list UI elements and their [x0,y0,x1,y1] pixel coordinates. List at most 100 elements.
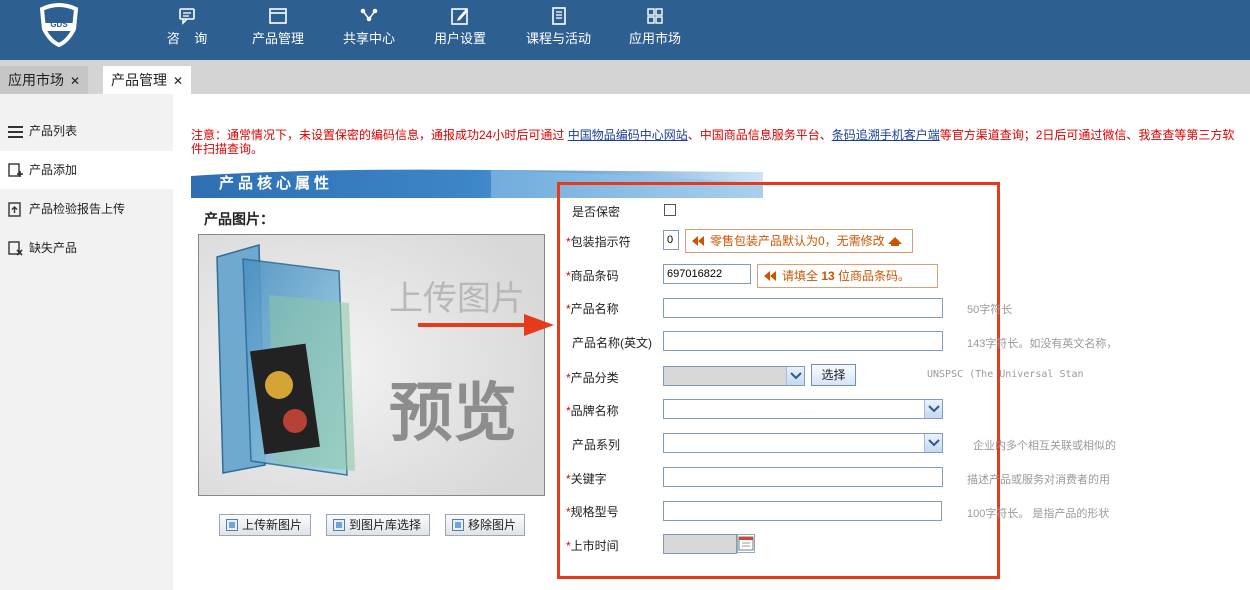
field-label: 品牌名称 [570,404,619,418]
upload-icon [8,202,21,218]
hint-number: 13 [821,269,835,283]
keyword-input[interactable] [663,467,943,487]
link-traceability-app[interactable]: 条码追溯手机客户端 [832,128,940,142]
nav-product-management[interactable]: 产品管理 [250,6,306,56]
double-arrow-left-icon [764,271,776,281]
image-icon [452,519,464,531]
field-label: 关键字 [570,472,607,486]
image-preview: 上传图片 预览 [198,234,545,496]
category-hint: UNSPSC (The Universal Stan [927,369,1084,380]
dropdown-arrow[interactable] [786,367,804,385]
document-icon [551,7,566,25]
image-icon [226,519,238,531]
category-choose-button[interactable]: 选择 [811,364,856,386]
date-picker-button[interactable] [737,534,755,553]
tab-label: 应用市场 [8,72,64,88]
category-select[interactable] [663,366,805,386]
home-arrow-icon [887,237,902,246]
series-label: 产品系列 [572,438,621,452]
remove-image-button[interactable]: 移除图片 [445,514,526,536]
sidebar-item-label: 缺失产品 [29,241,78,255]
chat-icon [179,8,195,25]
package-indicator-label: *包装指示符 [566,233,631,250]
product-name-hint: 50字符长 [967,304,1013,316]
calendar-icon [738,536,754,551]
choose-from-library-button[interactable]: 到图片库选择 [326,514,431,536]
dropdown-arrow[interactable] [924,434,942,452]
preview-text: 预览 [389,377,517,451]
product-name-en-hint: 143字符长。如没有英文名称， [967,338,1118,350]
notice-prefix: 注意：通常情况下，未设置保密的编码信息，通报成功24小时后可通过 [191,128,568,142]
nav-label: 应用市场 [628,31,681,46]
nav-consult[interactable]: 咨 询 [158,6,216,56]
field-label: 产品分类 [570,371,619,385]
grid-icon [647,8,663,24]
product-name-input[interactable] [663,298,943,318]
tab-label: 产品管理 [111,72,167,88]
launch-date-label: *上市时间 [566,537,619,554]
brand-label: *品牌名称 [566,402,619,419]
sidebar-item-inspection-upload[interactable]: 产品检验报告上传 [0,190,173,228]
series-select[interactable] [663,433,943,453]
nav-user-settings[interactable]: 用户设置 [432,6,488,56]
package-hint: 零售包装产品默认为0，无需修改 [685,229,913,253]
hint-text: 零售包装产品默认为0，无需修改 [710,234,885,248]
upload-new-image-button[interactable]: 上传新图片 [219,514,312,536]
sidebar-item-product-list[interactable]: 产品列表 [0,112,173,150]
image-icon [333,519,345,531]
dropdown-arrow[interactable] [924,400,942,418]
button-label: 移除图片 [468,518,517,532]
sidebar-item-label: 产品添加 [29,163,78,177]
add-icon [8,163,23,178]
sidebar-item-label: 产品列表 [29,124,78,138]
nav-courses-activities[interactable]: 课程与活动 [523,6,594,56]
field-label: 上市时间 [570,539,619,553]
launch-date-input[interactable] [663,534,737,554]
button-label: 上传新图片 [242,518,303,532]
sidebar-item-missing-products[interactable]: 缺失产品 [0,229,173,267]
nav-app-market[interactable]: 应用市场 [627,6,683,56]
keyword-hint: 描述产品或服务对消费者的用 [967,474,1110,486]
confidential-checkbox[interactable] [664,204,676,216]
confidential-label: 是否保密 [572,205,621,219]
hint-text: 请填全 [782,269,822,283]
notice-middle: 、中国商品信息服务平台、 [687,128,832,142]
barcode-label: *商品条码 [566,267,619,284]
logo-text: GDS [50,20,68,29]
product-name-en-input[interactable] [663,331,943,351]
chevron-down-icon [928,439,940,447]
barcode-input[interactable] [663,264,751,284]
top-navigation-bar: GDS 咨 询 产品管理 共享中心 用户设置 课程与活动 应用市场 [0,0,1250,60]
sidebar-item-product-add[interactable]: 产品添加 [0,151,173,189]
edit-icon [451,8,468,25]
product-name-en-label: 产品名称(英文) [572,336,652,350]
nav-share-center[interactable]: 共享中心 [341,6,397,56]
gds-logo[interactable]: GDS [38,3,80,48]
chevron-down-icon [790,372,802,380]
nav-label: 产品管理 [251,31,304,46]
close-icon[interactable]: ✕ [173,74,183,88]
nav-label: 共享中心 [342,31,395,46]
category-label: *产品分类 [566,369,619,386]
field-label: 产品名称 [570,302,619,316]
nav-label: 课程与活动 [525,31,591,46]
share-icon [360,8,378,22]
spec-input[interactable] [663,501,942,521]
tab-product-management[interactable]: 产品管理 ✕ [103,66,192,94]
nav-label: 咨 询 [166,31,208,46]
keyword-label: *关键字 [566,470,607,487]
link-article-numbering-center[interactable]: 中国物品编码中心网站 [568,128,688,142]
sidebar-item-label: 产品检验报告上传 [29,202,126,216]
annotation-arrow-icon [418,314,554,336]
product-image-label: 产品图片： [204,211,274,227]
notice-text: 注意：通常情况下，未设置保密的编码信息，通报成功24小时后可通过 中国物品编码中… [191,128,1241,156]
barcode-hint: 请填全 13 位商品条码。 [757,264,938,288]
package-indicator-input[interactable] [663,230,679,250]
tab-bar: 应用市场 ✕ 产品管理 ✕ [0,60,1250,94]
missing-icon [8,241,23,256]
tab-app-market[interactable]: 应用市场 ✕ [0,66,89,94]
brand-select[interactable] [663,399,943,419]
field-label: 规格型号 [570,505,619,519]
product-name-label: *产品名称 [566,300,619,317]
close-icon[interactable]: ✕ [70,74,80,88]
